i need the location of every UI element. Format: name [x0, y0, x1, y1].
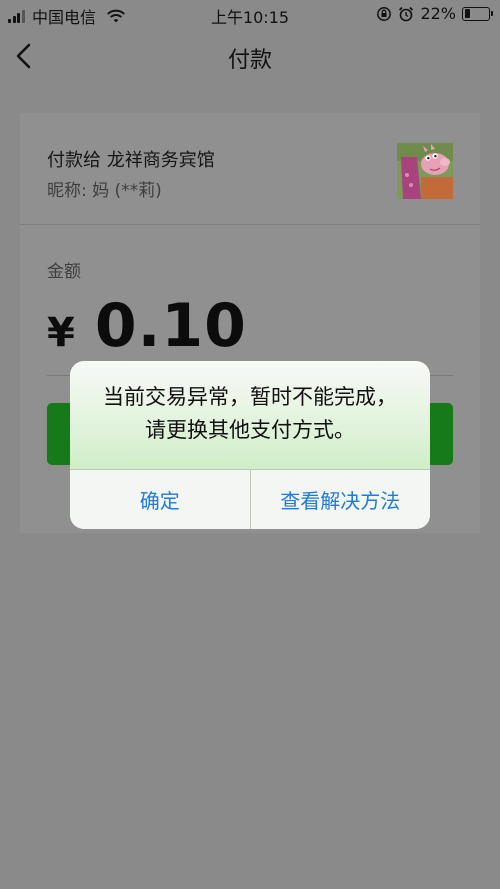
currency-symbol: ¥ — [47, 310, 75, 356]
amount-label: 金额 — [47, 262, 81, 282]
battery-icon — [462, 6, 493, 21]
alert-buttons: 确定 查看解决方法 — [70, 469, 430, 529]
rotation-lock-icon — [377, 6, 392, 21]
nav-bar: 付款 — [0, 30, 500, 82]
status-right: 22% — [376, 4, 493, 23]
status-bar: 中国电信 上午10:15 22% — [0, 0, 500, 30]
avatar-image — [397, 143, 453, 199]
view-solution-button[interactable]: 查看解决方法 — [249, 470, 431, 529]
confirm-button[interactable]: 确定 — [70, 470, 250, 529]
payee-nickname: 昵称: 妈 (**莉) — [47, 181, 162, 201]
amount-row: ¥ 0.10 — [47, 291, 247, 361]
payee-section: 付款给 龙祥商务宾馆 昵称: 妈 (**莉) — [20, 113, 480, 225]
payee-name: 付款给 龙祥商务宾馆 — [47, 150, 215, 171]
page-title: 付款 — [227, 48, 272, 73]
alarm-icon — [399, 6, 414, 21]
battery-percent: 22% — [420, 4, 456, 23]
amount-value: 0.10 — [94, 291, 247, 361]
alert-dialog: 当前交易异常，暂时不能完成，请更换其他支付方式。 确定 查看解决方法 — [70, 361, 430, 529]
alert-message: 当前交易异常，暂时不能完成，请更换其他支付方式。 — [103, 385, 397, 442]
